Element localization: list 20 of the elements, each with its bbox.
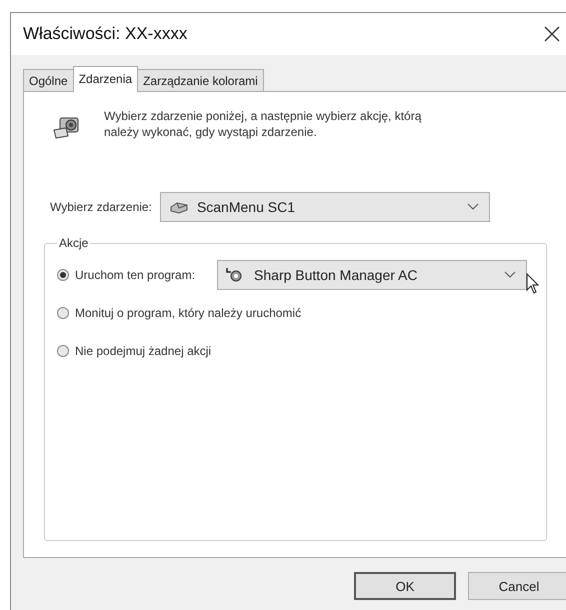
event-label: Wybierz zdarzenie:: [50, 200, 152, 214]
group-title: Akcje: [58, 236, 90, 250]
tab[interactable]: Zdarzenia: [72, 66, 138, 92]
chevron-icon: [466, 203, 479, 211]
radio-label: Uruchom ten program:: [75, 268, 196, 282]
tab[interactable]: Ogólne: [23, 69, 74, 91]
radio-label: Monituj o program, który należy uruchomić: [75, 306, 302, 320]
chevron-icon: [504, 271, 516, 279]
radio-button[interactable]: [57, 345, 69, 357]
radio-label: Nie podejmuj żadnej akcji: [75, 344, 212, 358]
close-icon[interactable]: [542, 24, 562, 44]
tab[interactable]: Zarządzanie kolorami: [137, 69, 264, 91]
dialog-button[interactable]: Cancel: [468, 572, 566, 600]
dialog-button[interactable]: OK: [354, 572, 456, 600]
window-title: Właściwości: XX-xxxx: [23, 24, 188, 44]
intro-text: Wybierz zdarzenie poniżej, a następnie wybierz akcję, którą należy wykonać, gdy wystąpi zdarzenie.: [104, 108, 422, 140]
cursor-icon: [526, 273, 540, 295]
event-dropdown[interactable]: ScanMenu SC1: [160, 192, 490, 222]
radio-button[interactable]: [57, 307, 69, 319]
radio-button[interactable]: [57, 269, 69, 281]
